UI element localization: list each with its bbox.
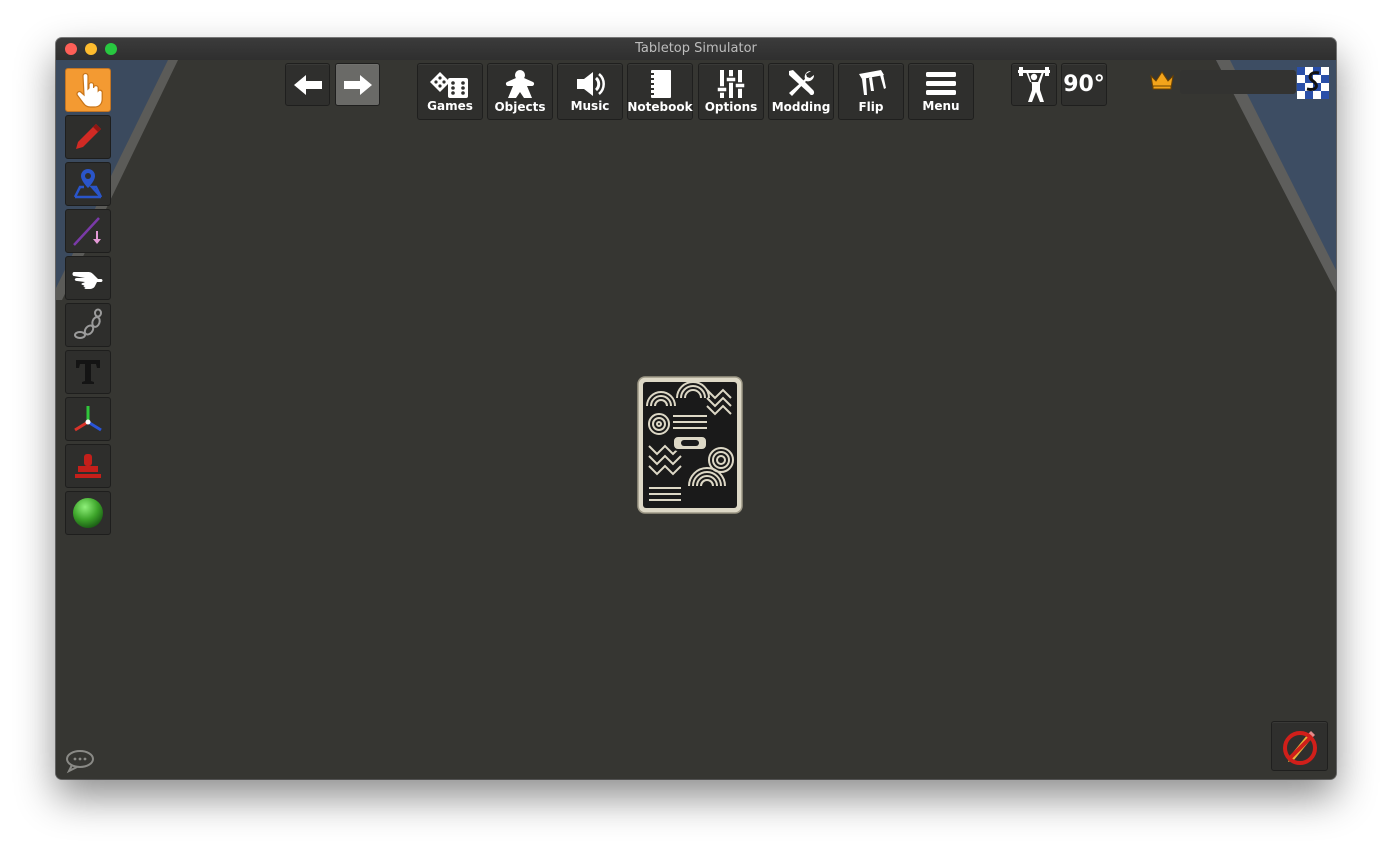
gizmo-hand-tool-button[interactable] [65,256,111,300]
objects-button[interactable]: Objects [487,63,553,120]
music-button[interactable]: Music [557,63,623,120]
text-t-icon [76,360,100,384]
music-label: Music [570,99,610,113]
zone-marker-icon [73,169,103,199]
flip-table-icon [859,70,886,95]
menu-label: Menu [922,99,960,113]
notebook-icon [648,70,671,98]
weightlifter-icon [1018,66,1050,102]
app-window: Tabletop Simulator Games Objects Music N… [56,38,1336,779]
lift-height-button[interactable] [1011,63,1057,106]
rotation-label: 90° [1063,72,1105,97]
chain-icon [74,308,102,339]
no-draw-icon [1282,731,1317,765]
color-tool-button[interactable] [65,491,111,535]
stamp-icon [75,454,101,478]
hand-pointer-icon [76,72,103,108]
zone-tool-button[interactable] [65,162,111,206]
line-arrow-icon [73,217,101,246]
games-label: Games [427,99,473,113]
clear-drawing-button[interactable] [1271,721,1328,771]
text-tool-button[interactable] [65,350,111,394]
objects-label: Objects [494,100,546,114]
notebook-label: Notebook [627,100,693,114]
flip-button[interactable]: Flip [838,63,904,120]
player-avatar[interactable] [1297,67,1329,99]
modding-button[interactable]: Modding [768,63,834,120]
line-tool-button[interactable] [65,209,111,253]
redo-button[interactable] [335,63,380,106]
player-color-ball-icon [73,498,103,528]
tools-icon [789,70,815,96]
game-table-view[interactable]: Games Objects Music Notebook Options Mod… [56,60,1336,779]
pen-icon [76,124,101,149]
player-name-field [1180,70,1296,94]
draw-tool-button[interactable] [65,115,111,159]
snap-tool-button[interactable] [65,444,111,488]
title-bar: Tabletop Simulator [56,38,1336,61]
joint-tool-button[interactable] [65,303,111,347]
sliders-icon [717,70,745,98]
menu-button[interactable]: Menu [908,63,974,120]
pointer-tool-button[interactable] [65,68,111,112]
options-button[interactable]: Options [698,63,764,120]
avatar-image-icon [1297,67,1329,99]
hamburger-icon [926,72,956,95]
window-title: Tabletop Simulator [635,41,757,56]
card-back[interactable] [637,376,743,514]
options-label: Options [704,100,758,114]
speaker-icon [577,72,605,96]
arrow-left-icon [293,74,322,95]
rotation-snap-button[interactable]: 90° [1061,63,1107,106]
axis-tool-button[interactable] [65,397,111,441]
meeple-icon [505,70,535,98]
flip-label: Flip [858,100,884,114]
arrow-right-icon [343,74,372,95]
crown-icon [1150,71,1174,90]
notebook-button[interactable]: Notebook [627,63,693,120]
games-button[interactable]: Games [417,63,483,120]
undo-button[interactable] [285,63,330,106]
modding-label: Modding [771,100,831,114]
dice-icon [430,72,468,98]
flick-hand-icon [72,272,103,289]
chat-icon[interactable] [64,748,96,774]
axis-gizmo-icon [74,406,102,432]
